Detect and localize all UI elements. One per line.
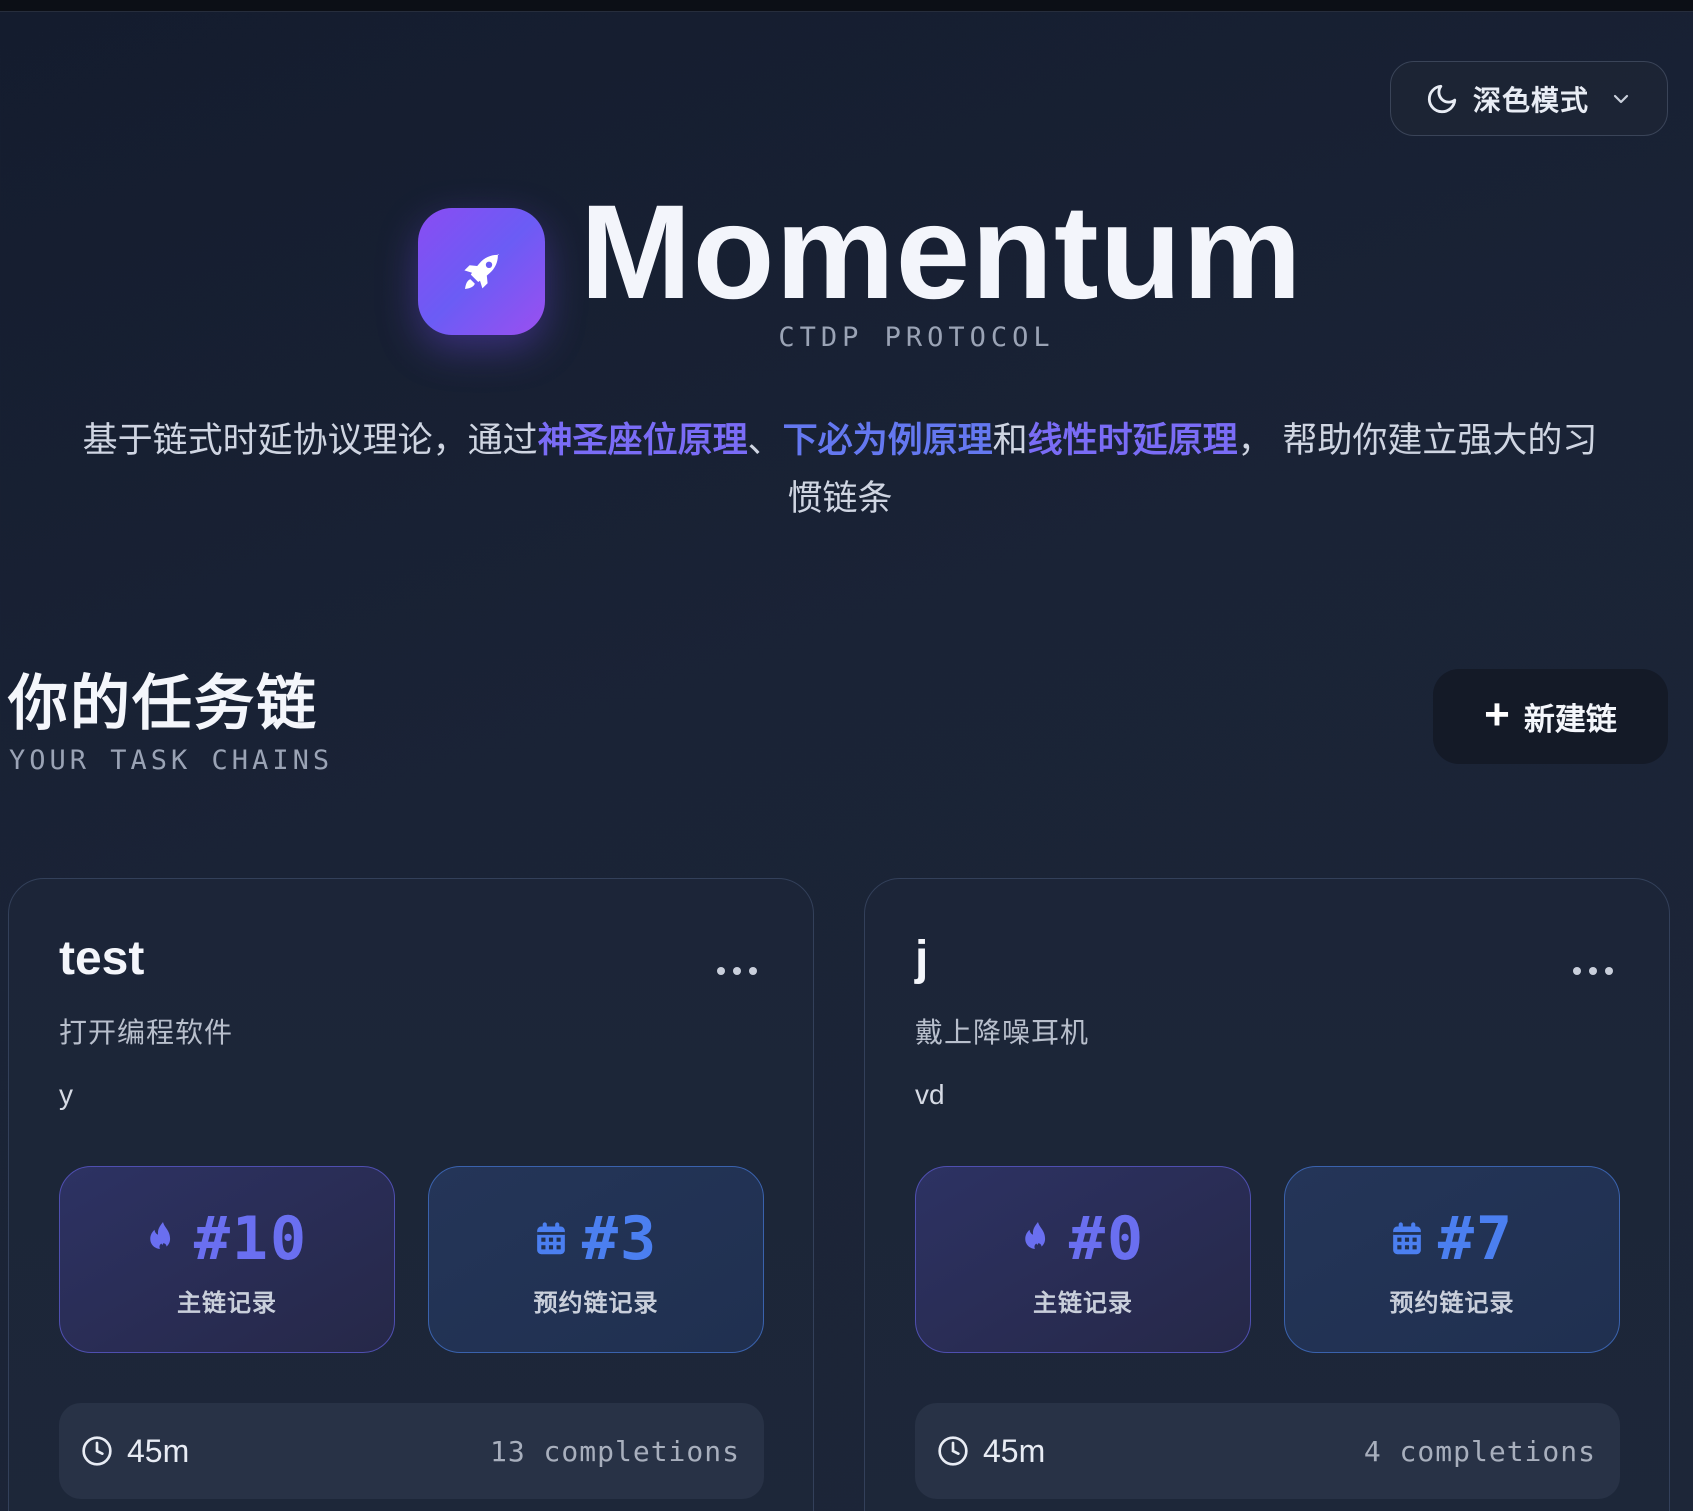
plus-icon: +	[1484, 689, 1510, 739]
principle-link-sacred-seat: 神圣座位原理	[537, 421, 748, 460]
main-record-label: 主链记录	[177, 1290, 277, 1317]
app-logo	[418, 208, 545, 335]
chain-stats-row: 45m 13 completions	[59, 1403, 764, 1499]
chain-completions: 13 completions	[489, 1434, 740, 1468]
scheduled-record-number: #3	[581, 1204, 659, 1274]
intro-text-part: 基于链式时延协议理论，通过	[82, 421, 538, 460]
intro-text: 基于链式时延协议理论，通过神圣座位原理、下必为例原理和线性时延原理， 帮助你建立…	[70, 412, 1610, 528]
more-options-icon[interactable]	[1573, 961, 1613, 981]
clock-icon	[938, 1436, 968, 1466]
main-chain-record: #10 主链记录	[59, 1166, 395, 1353]
theme-toggle-label: 深色模式	[1473, 84, 1590, 116]
scheduled-chain-record: #7 预约链记录	[1284, 1166, 1620, 1353]
rocket-icon	[463, 253, 499, 289]
app-subtitle: CTDP PROTOCOL	[778, 322, 1055, 353]
chain-description: y	[59, 1079, 73, 1110]
calendar-icon	[537, 1222, 565, 1255]
moon-icon	[1427, 84, 1457, 113]
intro-separator: 、	[747, 421, 783, 460]
section-subtitle: YOUR TASK CHAINS	[9, 745, 334, 776]
chain-duration: 45m	[983, 1432, 1046, 1469]
window-top-bar	[0, 0, 1693, 12]
main-record-number: #0	[1068, 1204, 1146, 1274]
clock-icon	[82, 1436, 112, 1466]
chain-trigger: 打开编程软件	[59, 1017, 234, 1048]
chain-trigger: 戴上降噪耳机	[915, 1017, 1090, 1048]
principle-link-precedent: 下必为例原理	[782, 421, 993, 460]
chain-stats-row: 45m 4 completions	[915, 1403, 1620, 1499]
chain-duration: 45m	[127, 1432, 190, 1469]
more-options-icon[interactable]	[717, 961, 757, 981]
calendar-icon	[1393, 1222, 1421, 1255]
chain-card[interactable]: test 打开编程软件 y #10 主链记录 #3 预约链记录 45m 13 c…	[8, 878, 814, 1511]
intro-separator: 和	[992, 421, 1028, 460]
new-chain-label: 新建链	[1523, 702, 1617, 737]
chain-name: j	[915, 932, 929, 985]
theme-toggle-dropdown[interactable]: 深色模式	[1390, 61, 1668, 136]
scheduled-record-number: #7	[1437, 1204, 1515, 1274]
main-chain-record: #0 主链记录	[915, 1166, 1251, 1353]
scheduled-chain-record: #3 预约链记录	[428, 1166, 764, 1353]
main-record-number: #10	[193, 1204, 309, 1274]
chain-card[interactable]: j 戴上降噪耳机 vd #0 主链记录 #7 预约链记录 45m 4 compl…	[864, 878, 1670, 1511]
principle-link-linear-delay: 线性时延原理	[1027, 421, 1238, 460]
flame-icon	[1025, 1222, 1045, 1251]
new-chain-button[interactable]: + 新建链	[1433, 669, 1668, 764]
chain-completions: 4 completions	[1363, 1434, 1596, 1468]
app-title: Momentum	[580, 178, 1303, 327]
section-title: 你的任务链	[8, 670, 318, 737]
chevron-down-icon	[1613, 94, 1629, 103]
chain-description: vd	[915, 1079, 945, 1110]
flame-icon	[150, 1222, 170, 1251]
scheduled-record-label: 预约链记录	[1389, 1290, 1515, 1317]
chain-name: test	[59, 932, 145, 985]
scheduled-record-label: 预约链记录	[533, 1290, 659, 1317]
main-record-label: 主链记录	[1033, 1290, 1133, 1317]
